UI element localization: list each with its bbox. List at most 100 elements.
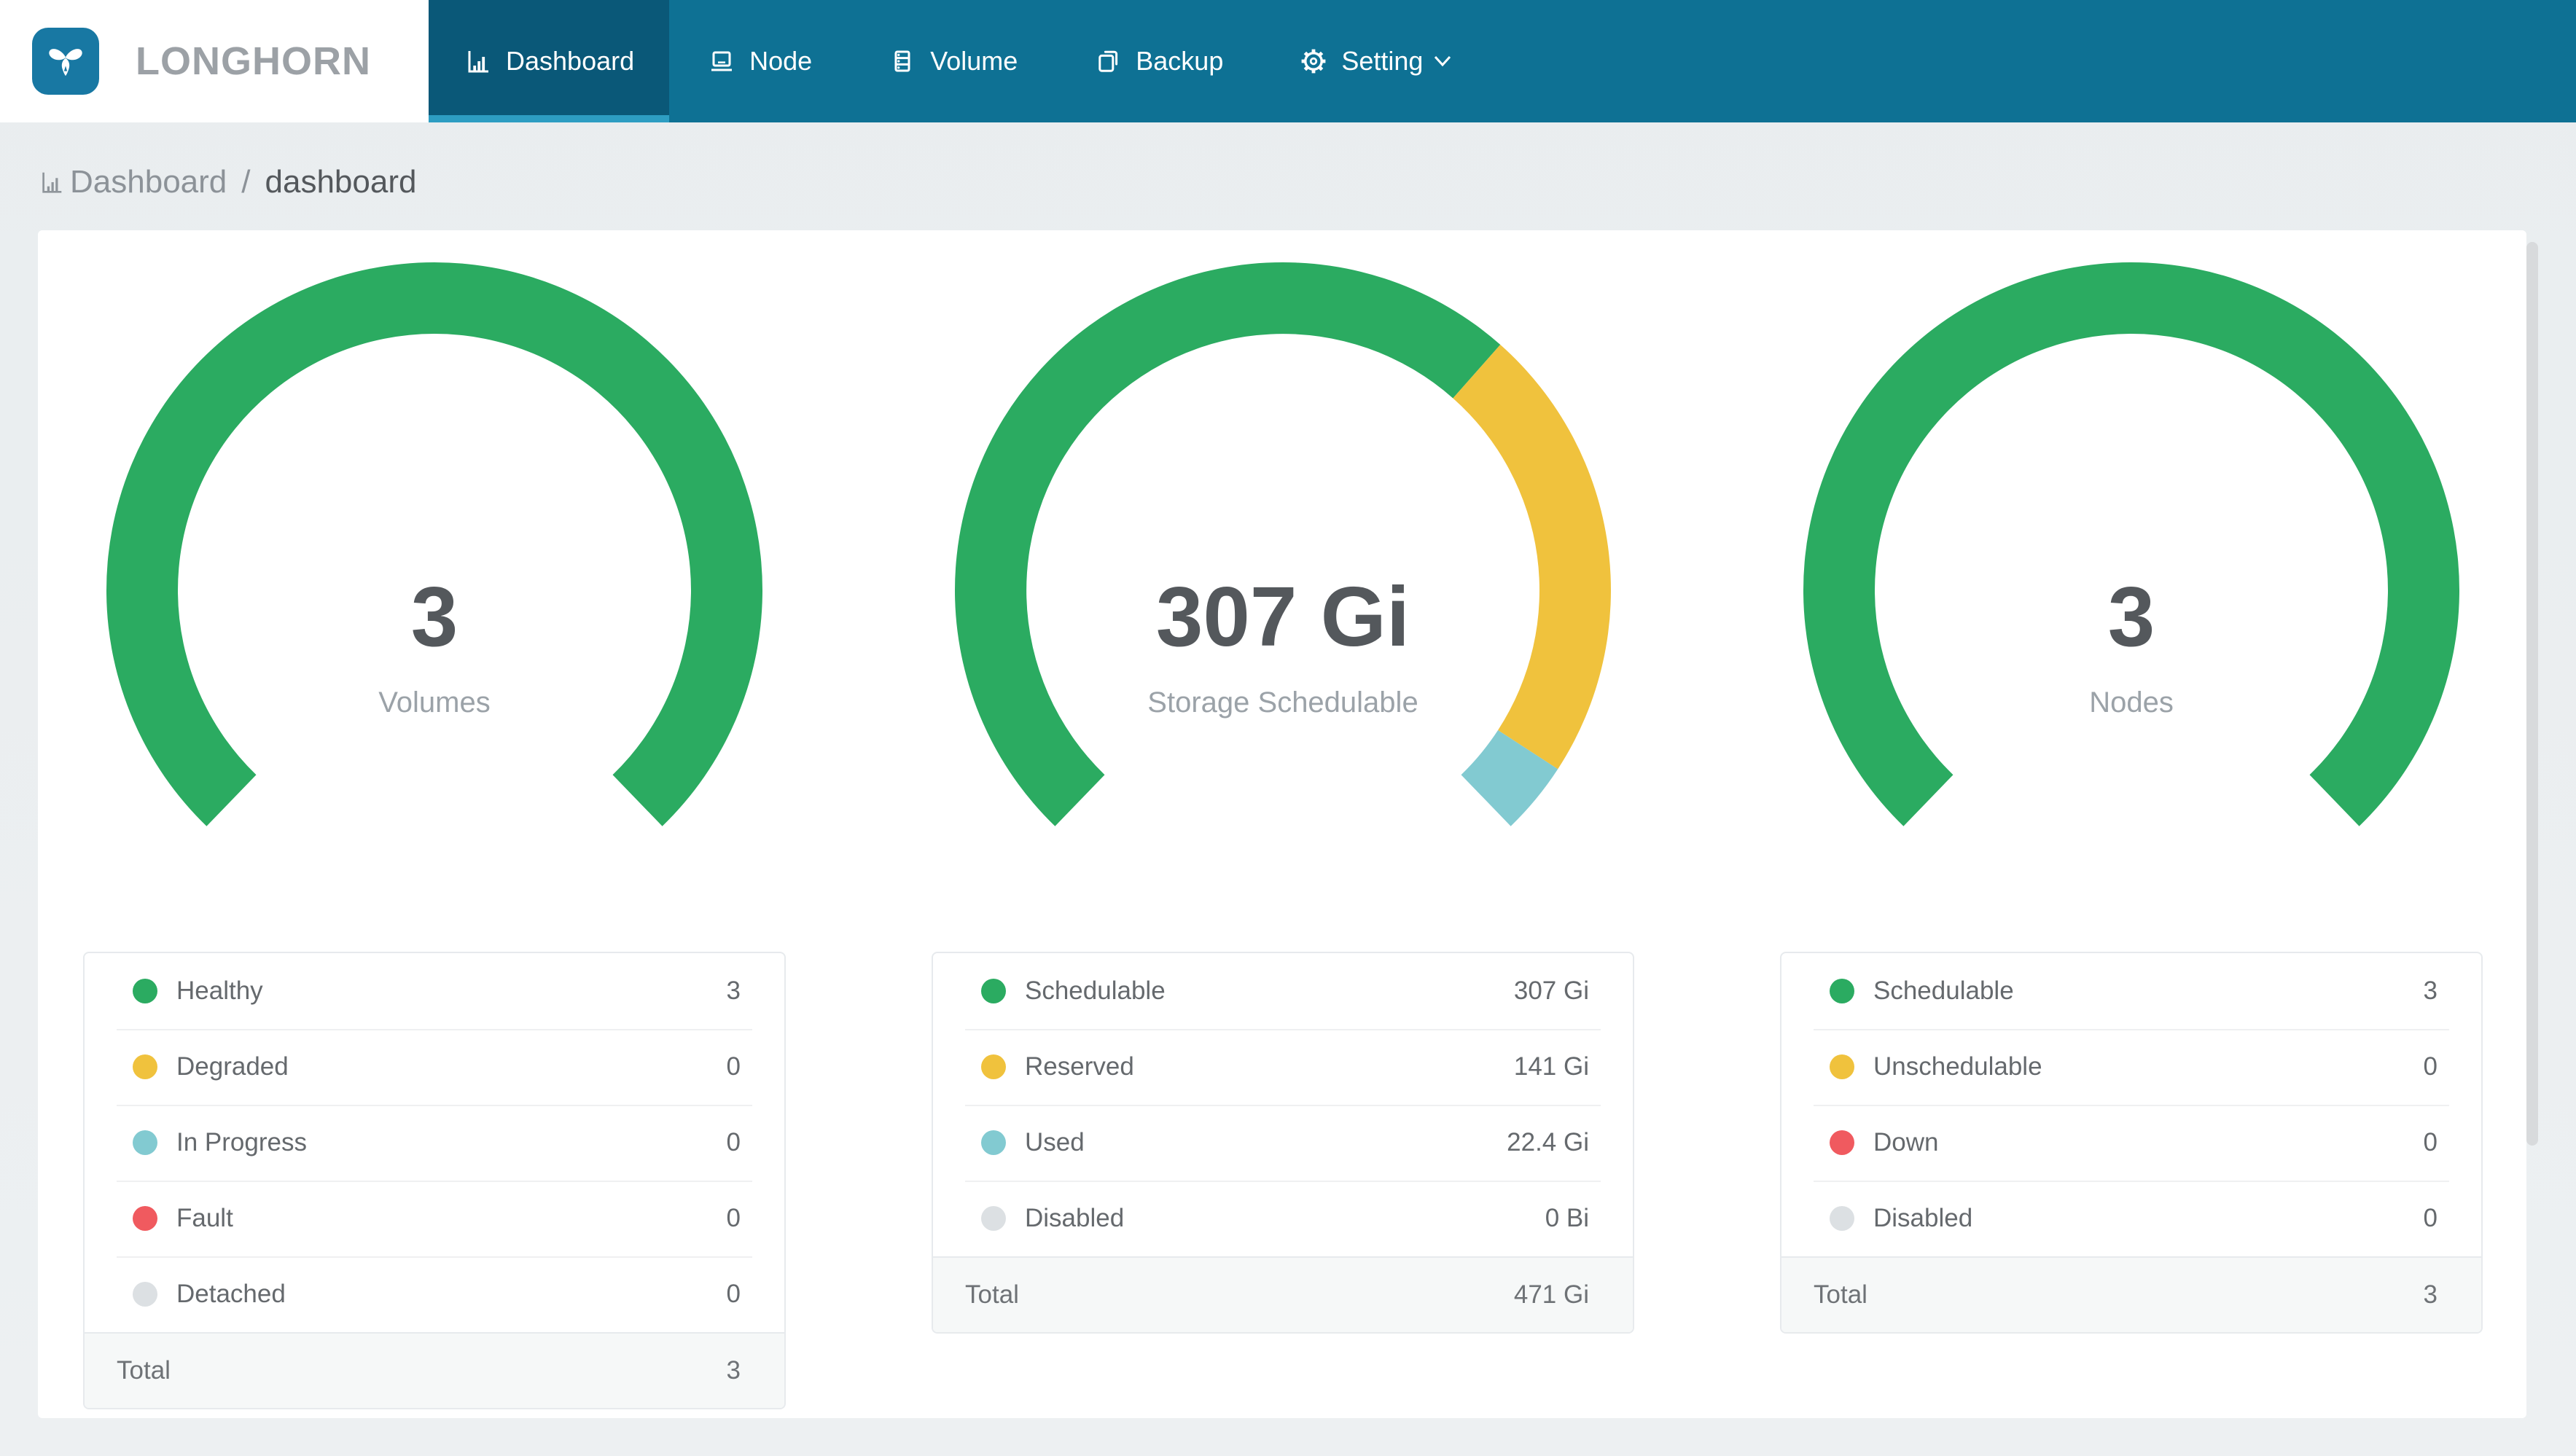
gear-icon xyxy=(1301,49,1326,74)
nav-label: Dashboard xyxy=(506,46,635,76)
status-dot xyxy=(1830,979,1854,1003)
backup-icon xyxy=(1098,50,1118,72)
legend-value: 0 xyxy=(726,1128,741,1156)
nodes-legend-table: Schedulable 3 Unschedulable 0 Down 0 Disabled 0… xyxy=(1780,952,2483,1334)
total-label: Total xyxy=(117,1356,171,1385)
legend-row-disabled: Disabled 0 Bi xyxy=(933,1181,1633,1256)
nav-item-setting[interactable]: Setting xyxy=(1261,0,1490,122)
legend-value: 307 Gi xyxy=(1513,976,1589,1005)
storage-schedulable-label: Storage Schedulable xyxy=(1147,686,1418,719)
storage-gauge-center: 307 Gi Storage Schedulable xyxy=(991,574,1574,720)
volumes-label: Volumes xyxy=(378,686,491,719)
brand-name: LONGHORN xyxy=(136,39,371,83)
status-dot xyxy=(981,1054,1006,1079)
legend-label: Detached xyxy=(176,1280,286,1308)
storage-legend-rows: Schedulable 307 Gi Reserved 141 Gi Used 22.4 … xyxy=(933,953,1633,1256)
legend-label: Fault xyxy=(176,1204,233,1232)
volumes-count: 3 xyxy=(410,569,458,664)
status-dot xyxy=(1830,1054,1854,1079)
legend-label: Schedulable xyxy=(1873,976,2014,1005)
status-dot xyxy=(981,1130,1006,1155)
legend-label: Disabled xyxy=(1025,1204,1125,1232)
top-navbar: LONGHORN Dashboard Node Volume Backup Se… xyxy=(0,0,2576,122)
legend-row-unschedulable: Unschedulable 0 xyxy=(1781,1029,2481,1105)
legend-value: 0 xyxy=(2423,1128,2438,1156)
legend-row-down: Down 0 xyxy=(1781,1105,2481,1181)
total-value: 471 Gi xyxy=(1513,1280,1589,1309)
total-value: 3 xyxy=(726,1356,741,1385)
logo-block[interactable]: LONGHORN xyxy=(0,0,429,122)
chevron-down-icon xyxy=(1435,55,1451,67)
nav-label: Node xyxy=(749,46,813,76)
status-dot xyxy=(981,979,1006,1003)
breadcrumb: Dashboard / dashboard xyxy=(38,153,416,211)
nav-item-node[interactable]: Node xyxy=(669,0,850,122)
legend-value: 22.4 Gi xyxy=(1507,1128,1589,1156)
total-label: Total xyxy=(965,1280,1019,1309)
status-dot xyxy=(133,1206,157,1231)
dashboard-breadcrumb-icon xyxy=(42,172,62,193)
legend-value: 0 Bi xyxy=(1545,1204,1589,1232)
nodes-count: 3 xyxy=(2107,569,2155,664)
node-icon xyxy=(711,51,733,71)
status-dot xyxy=(1830,1206,1854,1231)
nav-label: Volume xyxy=(930,46,1018,76)
status-dot xyxy=(133,1054,157,1079)
total-label: Total xyxy=(1814,1280,1867,1309)
breadcrumb-separator: / xyxy=(241,164,251,200)
nav-label: Backup xyxy=(1136,46,1224,76)
main-nav: Dashboard Node Volume Backup Setting xyxy=(429,0,1490,122)
legend-row-detached: Detached 0 xyxy=(85,1256,784,1332)
nav-item-backup[interactable]: Backup xyxy=(1055,0,1261,122)
nav-item-dashboard[interactable]: Dashboard xyxy=(429,0,670,122)
legend-label: Reserved xyxy=(1025,1052,1134,1081)
status-dot xyxy=(133,1282,157,1307)
volumes-legend-table: Healthy 3 Degraded 0 In Progress 0 Fault 0 Detac… xyxy=(83,952,786,1409)
legend-label: Used xyxy=(1025,1128,1085,1156)
legend-label: Degraded xyxy=(176,1052,289,1081)
page-background: { "header": { "brand": "LONGHORN", "nav"… xyxy=(0,0,2576,1456)
legend-value: 141 Gi xyxy=(1513,1052,1589,1081)
nodes-label: Nodes xyxy=(2089,686,2174,719)
legend-label: Disabled xyxy=(1873,1204,1973,1232)
volumes-legend-rows: Healthy 3 Degraded 0 In Progress 0 Fault 0 Detac… xyxy=(85,953,784,1332)
dashboard-card: 3 Volumes 307 Gi Storage Schedulable 3 N… xyxy=(38,230,2526,1418)
storage-total-row: Total 471 Gi xyxy=(933,1256,1633,1332)
volume-icon xyxy=(894,50,910,72)
storage-schedulable-value: 307 Gi xyxy=(1155,569,1410,664)
dashboard-icon xyxy=(468,51,488,73)
total-value: 3 xyxy=(2423,1280,2438,1309)
volumes-gauge-center: 3 Volumes xyxy=(143,574,726,720)
legend-value: 0 xyxy=(2423,1204,2438,1232)
legend-value: 3 xyxy=(726,976,741,1005)
nodes-legend-rows: Schedulable 3 Unschedulable 0 Down 0 Disabled 0 xyxy=(1781,953,2481,1256)
legend-row-schedulable: Schedulable 307 Gi xyxy=(933,953,1633,1029)
longhorn-logo-icon xyxy=(32,28,99,95)
legend-value: 0 xyxy=(726,1204,741,1232)
legend-row-degraded: Degraded 0 xyxy=(85,1029,784,1105)
legend-row-used: Used 22.4 Gi xyxy=(933,1105,1633,1181)
status-dot xyxy=(1830,1130,1854,1155)
legend-label: In Progress xyxy=(176,1128,307,1156)
storage-legend-table: Schedulable 307 Gi Reserved 141 Gi Used 22.4 … xyxy=(932,952,1634,1334)
legend-row-in-progress: In Progress 0 xyxy=(85,1105,784,1181)
gauge-segment-schedulable xyxy=(1803,262,2459,826)
gauge-segment-schedulable xyxy=(954,262,1501,826)
nav-label: Setting xyxy=(1341,46,1424,76)
legend-value: 0 xyxy=(726,1052,741,1081)
breadcrumb-root-label: Dashboard xyxy=(70,164,227,200)
legend-label: Down xyxy=(1873,1128,1939,1156)
breadcrumb-root-link[interactable]: Dashboard xyxy=(38,164,227,200)
page-scrollbar-thumb[interactable] xyxy=(2526,242,2538,1146)
nodes-gauge-center: 3 Nodes xyxy=(1840,574,2423,720)
legend-row-healthy: Healthy 3 xyxy=(85,953,784,1029)
legend-row-fault: Fault 0 xyxy=(85,1181,784,1256)
bull-icon xyxy=(49,49,82,77)
legend-label: Unschedulable xyxy=(1873,1052,2042,1081)
nav-item-volume[interactable]: Volume xyxy=(850,0,1055,122)
status-dot xyxy=(133,1130,157,1155)
legend-label: Healthy xyxy=(176,976,263,1005)
gauge-segment-healthy xyxy=(106,262,762,826)
legend-value: 3 xyxy=(2423,976,2438,1005)
legend-value: 0 xyxy=(2423,1052,2438,1081)
